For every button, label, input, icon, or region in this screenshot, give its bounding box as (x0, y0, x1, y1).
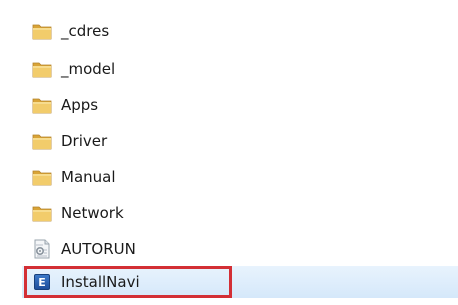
folder-icon (32, 167, 52, 187)
list-item-cdres[interactable]: _cdres (22, 15, 458, 47)
file-list: _cdres _model Apps Driver Manual Network… (0, 0, 458, 305)
list-item-apps[interactable]: Apps (22, 89, 458, 121)
file-name: Driver (61, 132, 108, 150)
application-icon: E (32, 272, 52, 292)
list-item-autorun[interactable]: AUTORUN (22, 233, 458, 265)
folder-icon (32, 95, 52, 115)
list-item-network[interactable]: Network (22, 197, 458, 229)
list-item-installnavi[interactable]: E InstallNavi (22, 266, 458, 298)
folder-icon (32, 21, 52, 41)
folder-icon (32, 131, 52, 151)
folder-icon (32, 59, 52, 79)
file-name: Network (61, 204, 124, 222)
file-name: Apps (61, 96, 99, 114)
file-name: InstallNavi (61, 273, 140, 291)
file-name: AUTORUN (61, 240, 136, 258)
folder-icon (32, 203, 52, 223)
file-name: _cdres (61, 22, 110, 40)
list-item-manual[interactable]: Manual (22, 161, 458, 193)
file-name: _model (61, 60, 116, 78)
settings-file-icon (32, 239, 52, 259)
list-item-model[interactable]: _model (22, 53, 458, 85)
file-name: Manual (61, 168, 116, 186)
list-item-driver[interactable]: Driver (22, 125, 458, 157)
app-badge-letter: E (34, 274, 50, 290)
